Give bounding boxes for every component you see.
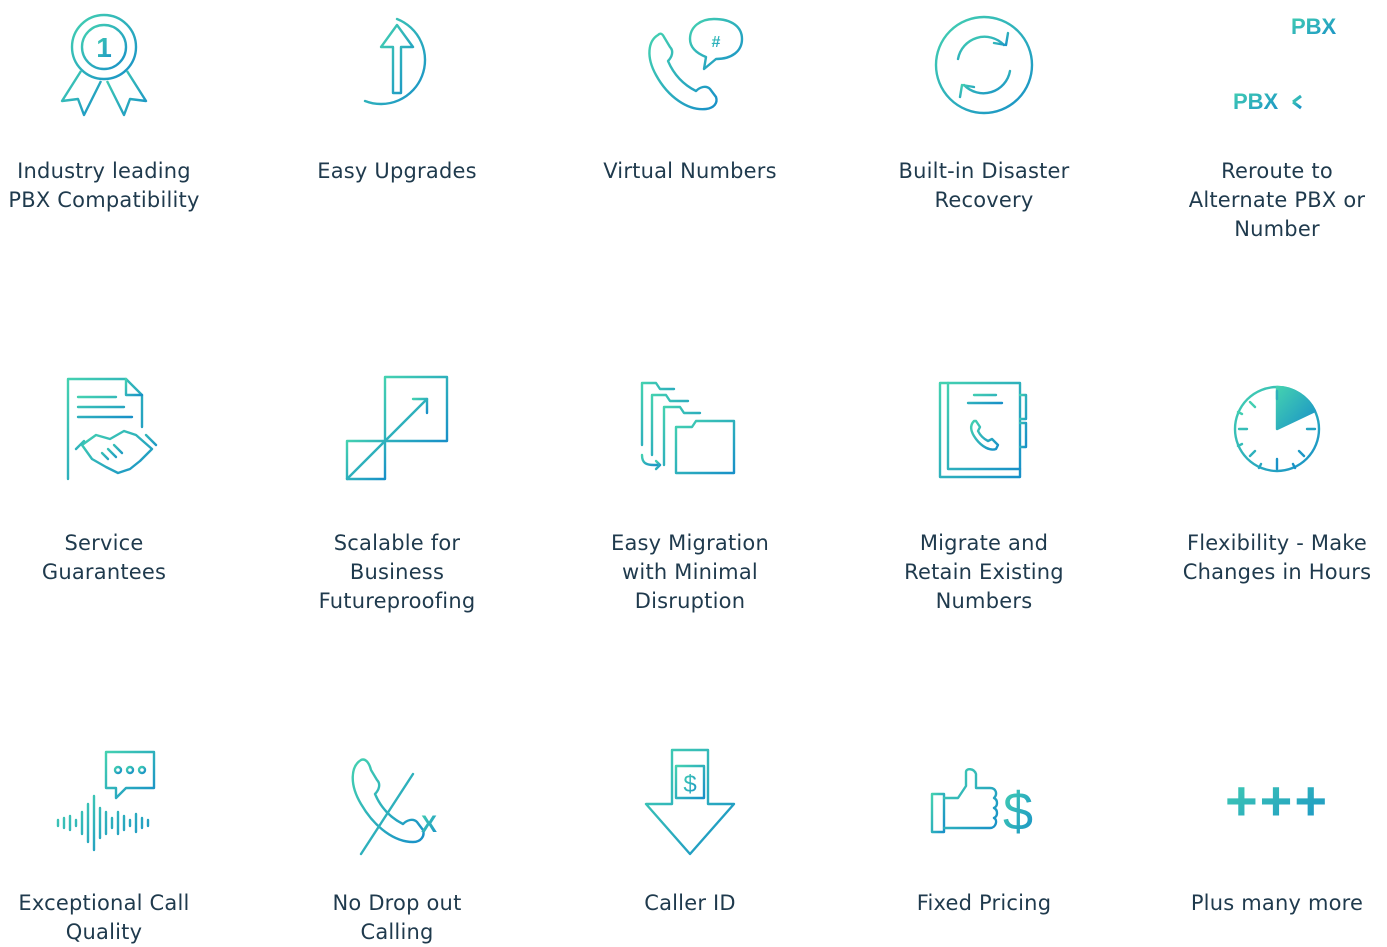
phone-no-drop-icon: X	[337, 742, 457, 862]
feature-label: Flexibility - Make Changes in Hours	[1182, 531, 1372, 584]
thumbs-up-dollar-icon: $	[924, 742, 1044, 862]
svg-text:+++: +++	[1225, 769, 1329, 832]
feature-label: Migrate and Retain Existing Numbers	[904, 531, 1064, 613]
feature-label: Scalable for Business Futureproofing	[318, 531, 476, 613]
phone-chat-icon: #	[630, 5, 750, 125]
feature-label: Industry leading PBX Compatibility	[8, 159, 200, 212]
svg-text:PBX: PBX	[1233, 89, 1279, 114]
svg-text:#: #	[712, 34, 721, 51]
svg-text:PBX: PBX	[1291, 14, 1337, 39]
feature-label: Virtual Numbers	[603, 159, 777, 183]
features-grid: 1 Industry leading PBX Compatibility Eas…	[0, 0, 1387, 944]
feature-label: Easy Migration with Minimal Disruption	[611, 531, 769, 613]
reroute-icon: PBX PBX	[1217, 5, 1337, 125]
feature-label: Caller ID	[644, 891, 736, 915]
scale-up-icon	[337, 369, 457, 489]
feature-label: Exceptional Call Quality	[18, 891, 190, 944]
svg-text:$: $	[1003, 782, 1033, 842]
feature-label: Reroute to Alternate PBX or Number	[1188, 159, 1366, 241]
phone-book-icon	[924, 369, 1044, 489]
feature-label: No Drop out Calling	[332, 891, 462, 944]
timer-icon	[1217, 369, 1337, 489]
svg-text:X: X	[421, 811, 437, 838]
receipt-dollar-icon: $	[630, 742, 750, 862]
voice-wave-chat-icon	[44, 742, 164, 862]
feature-label: Service Guarantees	[41, 531, 167, 584]
folder-migration-icon	[630, 369, 750, 489]
feature-label: Fixed Pricing	[916, 891, 1052, 915]
svg-text:$: $	[683, 771, 696, 798]
feature-label: Built-in Disaster Recovery	[898, 159, 1070, 212]
award-ribbon-icon: 1	[44, 5, 164, 125]
feature-label: Plus many more	[1190, 891, 1364, 915]
upgrade-arrow-icon	[337, 5, 457, 125]
contract-handshake-icon	[44, 369, 164, 489]
refresh-cycle-icon	[924, 5, 1044, 125]
feature-label: Easy Upgrades	[317, 159, 477, 183]
svg-text:1: 1	[96, 32, 112, 63]
plus-icon: +++	[1217, 742, 1337, 862]
